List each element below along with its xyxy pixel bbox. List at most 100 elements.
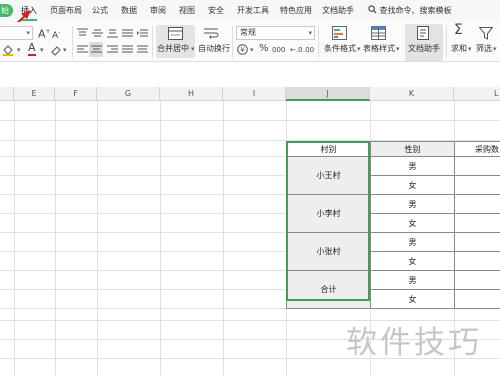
- purchase-cell[interactable]: [454, 289, 500, 309]
- merge-dropdown-arrow[interactable]: ▾: [191, 44, 195, 54]
- column-header-f[interactable]: F: [55, 87, 97, 101]
- gender-cell[interactable]: 男: [370, 156, 455, 176]
- tab-security[interactable]: 安全: [208, 5, 224, 16]
- table-row: 小张村 男: [286, 232, 500, 271]
- purchase-cell[interactable]: [454, 175, 500, 195]
- justify-icon[interactable]: [122, 45, 133, 55]
- table-row: 合计 男: [286, 270, 500, 309]
- gender-cell[interactable]: 女: [370, 213, 455, 233]
- align-center-button[interactable]: [89, 42, 103, 57]
- column-header-e[interactable]: E: [14, 87, 55, 101]
- purchase-cell[interactable]: [454, 213, 500, 233]
- search-command-label: 查找命令、搜索模板: [379, 6, 452, 15]
- indent-icon[interactable]: [137, 28, 148, 38]
- filter-dropdown[interactable]: ▾: [493, 44, 497, 54]
- village-cell[interactable]: 小李村: [286, 194, 371, 233]
- align-left-icon[interactable]: [77, 45, 88, 55]
- column-header-l[interactable]: L: [454, 87, 500, 101]
- chevron-down-icon: ▾: [308, 29, 312, 37]
- tab-data[interactable]: 数据: [121, 5, 137, 16]
- distributed-icon[interactable]: [137, 45, 148, 55]
- column-header-k[interactable]: K: [370, 87, 454, 101]
- table-row: 小李村 男: [286, 194, 500, 233]
- decrease-decimal-button[interactable]: .00: [303, 44, 314, 56]
- purchase-cell[interactable]: [454, 232, 500, 252]
- font-color-button[interactable]: A: [28, 41, 36, 56]
- orientation-icon[interactable]: [122, 28, 133, 38]
- fill-color-dropdown[interactable]: ▾: [17, 44, 21, 56]
- table-style-label[interactable]: 表格样式: [363, 44, 395, 54]
- paint-bucket-icon: [3, 45, 13, 56]
- eraser-icon: [51, 46, 61, 56]
- header-purchase[interactable]: 采购数: [454, 141, 500, 157]
- wrap-text-icon[interactable]: [204, 27, 219, 40]
- formula-bar-area: [0, 63, 500, 87]
- tab-formulas[interactable]: 公式: [92, 5, 108, 16]
- merge-cells-icon: [168, 27, 183, 40]
- increase-font-button[interactable]: A+: [38, 26, 51, 41]
- number-format-value: 常规: [240, 28, 256, 37]
- table-header-row: 村别 性别 采购数: [286, 141, 500, 157]
- ribbon-toolbar: ▾ A+ A- ▾ A ▾ ▾ 合并居中 ▾ 自动换行 常规 ▾ ¥ ▾ % 0…: [0, 22, 500, 62]
- sum-icon[interactable]: Σ: [454, 23, 463, 37]
- conditional-format-icon[interactable]: [332, 26, 347, 40]
- header-gender[interactable]: 性别: [370, 141, 455, 157]
- fill-color-button[interactable]: [2, 44, 14, 60]
- column-header-i[interactable]: I: [223, 87, 286, 101]
- tab-special-apps[interactable]: 特色应用: [280, 5, 312, 16]
- command-search[interactable]: 查找命令、搜索模板: [368, 5, 452, 16]
- currency-button[interactable]: ¥: [237, 44, 248, 59]
- header-village[interactable]: 村别: [286, 141, 371, 157]
- tab-doc-assistant[interactable]: 文档助手: [322, 5, 354, 16]
- filter-icon[interactable]: [479, 27, 493, 40]
- font-color-dropdown[interactable]: ▾: [40, 44, 44, 56]
- column-header-g[interactable]: G: [97, 87, 160, 101]
- column-header-j[interactable]: J: [286, 87, 370, 101]
- column-header-bar: E F G H I J K L: [0, 87, 500, 101]
- number-format-dropdown[interactable]: 常规 ▾: [236, 26, 315, 40]
- sum-label[interactable]: 求和: [451, 44, 467, 54]
- filter-label[interactable]: 筛选: [476, 44, 492, 54]
- gender-cell[interactable]: 女: [370, 251, 455, 271]
- gender-cell[interactable]: 女: [370, 175, 455, 195]
- gender-cell[interactable]: 男: [370, 194, 455, 214]
- table-style-icon[interactable]: [371, 26, 386, 40]
- watermark: 软件技巧: [346, 325, 482, 361]
- sum-dropdown[interactable]: ▾: [468, 44, 472, 54]
- clear-dropdown[interactable]: ▾: [63, 44, 67, 56]
- align-top-icon[interactable]: [77, 28, 88, 38]
- tab-review[interactable]: 审阅: [150, 5, 166, 16]
- village-cell[interactable]: 小王村: [286, 156, 371, 195]
- gender-cell[interactable]: 女: [370, 289, 455, 309]
- column-header-h[interactable]: H: [160, 87, 223, 101]
- tab-developer[interactable]: 开发工具: [237, 5, 269, 16]
- align-right-icon[interactable]: [107, 45, 118, 55]
- tab-page-layout[interactable]: 页面布局: [50, 5, 82, 16]
- wrap-text-label[interactable]: 自动换行: [198, 44, 230, 54]
- increase-decimal-button[interactable]: ←.0: [290, 44, 303, 56]
- currency-dropdown[interactable]: ▾: [250, 44, 254, 56]
- purchase-cell[interactable]: [454, 156, 500, 176]
- column-header-prev[interactable]: [0, 87, 14, 101]
- tab-view[interactable]: 视图: [179, 5, 195, 16]
- total-cell[interactable]: 合计: [286, 270, 371, 309]
- clear-format-button[interactable]: [50, 44, 62, 60]
- percent-button[interactable]: %: [259, 43, 269, 55]
- purchase-cell[interactable]: [454, 194, 500, 214]
- svg-text:¥: ¥: [240, 46, 245, 54]
- village-cell[interactable]: 小张村: [286, 232, 371, 271]
- purchase-cell[interactable]: [454, 251, 500, 271]
- font-size-dropdown[interactable]: ▾: [0, 26, 33, 40]
- align-middle-icon[interactable]: [92, 28, 103, 38]
- align-bottom-icon[interactable]: [107, 28, 118, 38]
- purchase-cell[interactable]: [454, 270, 500, 290]
- conditional-format-label[interactable]: 条件格式: [324, 44, 356, 54]
- conditional-format-dropdown[interactable]: ▾: [357, 44, 361, 54]
- table-style-dropdown[interactable]: ▾: [396, 44, 400, 54]
- decrease-font-button[interactable]: A-: [52, 27, 60, 42]
- thousands-button[interactable]: 000: [272, 44, 285, 56]
- gender-cell[interactable]: 男: [370, 232, 455, 252]
- doc-assistant-label: 文档助手: [408, 44, 440, 53]
- gender-cell[interactable]: 男: [370, 270, 455, 290]
- merge-center-label: 合并居中: [157, 44, 189, 53]
